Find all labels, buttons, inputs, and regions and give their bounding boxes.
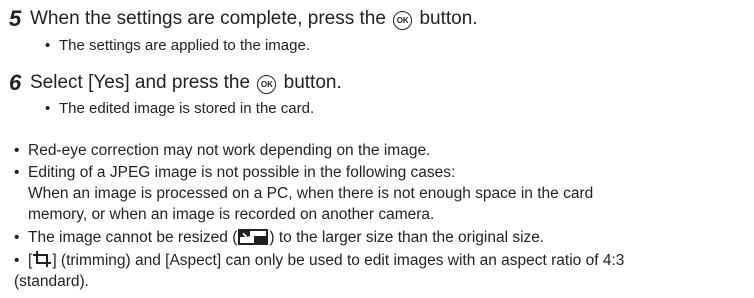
trimming-icon: [33, 251, 52, 273]
note-text-after: ] (trimming) and [Aspect] can only be us…: [52, 252, 625, 269]
bullet: •: [14, 142, 20, 159]
note-resize: • The image cannot be resized ( ) to the l…: [14, 228, 544, 251]
note-red-eye: • Red-eye correction may not work dependi…: [14, 141, 430, 161]
ok-button-icon: OK: [257, 75, 277, 94]
step-result: • The edited image is stored in the card.: [45, 99, 314, 119]
step-instruction: When the settings are complete, press th…: [30, 7, 478, 31]
step-number: 5: [9, 6, 22, 31]
resize-icon: [238, 229, 269, 251]
step-instruction: Select [Yes] and press the OK button.: [30, 71, 342, 95]
bullet: •: [45, 100, 51, 117]
note-trimming-cont: (standard).: [14, 272, 89, 292]
note-text: Red-eye correction may not work dependin…: [28, 142, 431, 159]
bullet: •: [14, 164, 20, 181]
bullet: •: [14, 252, 20, 269]
step-text-before: When the settings are complete, press th…: [30, 8, 386, 29]
note-trimming: • [ ] (trimming) and [Aspect] can only be …: [14, 251, 624, 273]
step-text-after: button.: [283, 72, 342, 93]
step-number: 6: [9, 70, 22, 95]
bullet: •: [45, 37, 51, 54]
bullet: •: [14, 229, 20, 246]
note-text-before: The image cannot be resized (: [28, 229, 238, 246]
note-jpeg-editing-cases-1: When an image is processed on a PC, when…: [14, 184, 593, 204]
step-text-after: button.: [419, 8, 478, 29]
note-text: memory, or when an image is recorded on …: [28, 206, 435, 223]
manual-page: 5 When the settings are complete, press …: [0, 0, 754, 298]
note-text-after: ) to the larger size than the original s…: [269, 229, 545, 246]
note-jpeg-editing: • Editing of a JPEG image is not possible…: [14, 163, 455, 183]
note-text: (standard).: [14, 273, 89, 290]
note-text-before: [: [28, 252, 33, 269]
note-text: Editing of a JPEG image is not possible …: [28, 164, 456, 181]
step-result: • The settings are applied to the image.: [45, 36, 310, 56]
note-jpeg-editing-cases-2: memory, or when an image is recorded on …: [14, 205, 434, 225]
step-text-before: Select [Yes] and press the: [30, 72, 251, 93]
ok-button-icon: OK: [393, 11, 413, 30]
step-result-text: The settings are applied to the image.: [59, 37, 310, 54]
note-text: When an image is processed on a PC, when…: [28, 185, 594, 202]
step-result-text: The edited image is stored in the card.: [59, 100, 315, 117]
